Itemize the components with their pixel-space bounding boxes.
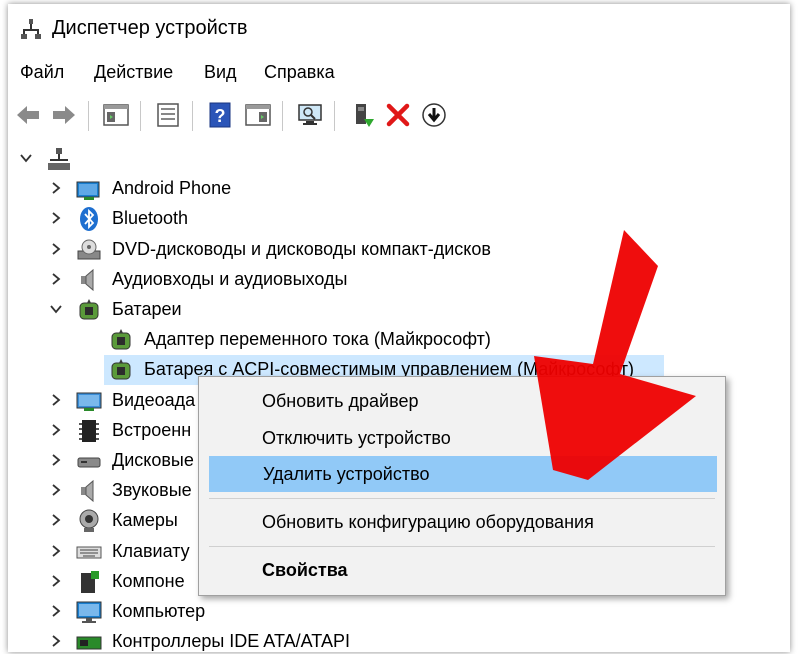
tree-item-label: Дисковые bbox=[112, 450, 194, 470]
menu-separator bbox=[209, 498, 715, 499]
bluetooth-icon bbox=[80, 207, 98, 231]
tree-item-label: Аудиовходы и аудиовыходы bbox=[112, 269, 348, 289]
battery-icon bbox=[111, 329, 131, 350]
scan-hardware-icon[interactable] bbox=[296, 101, 324, 129]
tree-item-label: DVD-дисководы и дисководы компакт-дисков bbox=[112, 239, 491, 259]
menu-item-label: Удалить устройство bbox=[263, 464, 430, 484]
help-icon[interactable]: ? bbox=[206, 101, 234, 129]
battery-icon bbox=[111, 359, 131, 380]
chevron-right-icon[interactable] bbox=[48, 392, 64, 408]
dvd-drive-icon bbox=[77, 239, 101, 260]
chevron-right-icon[interactable] bbox=[48, 210, 64, 226]
firmware-icon bbox=[79, 420, 99, 442]
tree-item-label: Батареи bbox=[112, 299, 182, 319]
speaker-icon bbox=[81, 479, 94, 503]
device-manager-icon bbox=[21, 19, 41, 39]
category-item[interactable]: Android Phone bbox=[8, 174, 790, 204]
tree-item-label: Видеоада bbox=[112, 390, 196, 410]
tree-item-label: Адаптер переменного тока (Майкрософт) bbox=[144, 329, 491, 349]
battery-icon bbox=[79, 299, 99, 320]
chevron-right-icon[interactable] bbox=[48, 543, 64, 559]
category-item[interactable]: Аудиовходы и аудиовыходы bbox=[8, 265, 790, 295]
tree-item-label: Звуковые bbox=[112, 480, 192, 500]
chevron-right-icon[interactable] bbox=[48, 603, 64, 619]
window-title: Диспетчер устройств bbox=[52, 17, 248, 39]
category-item[interactable]: DVD-дисководы и дисководы компакт-дисков bbox=[8, 235, 790, 265]
chevron-right-icon[interactable] bbox=[48, 271, 64, 287]
ide-controller-icon bbox=[76, 636, 102, 650]
device-item[interactable]: Адаптер переменного тока (Майкрософт) bbox=[8, 325, 790, 355]
chevron-right-icon[interactable] bbox=[48, 482, 64, 498]
menu-item-disable-device[interactable]: Отключить устройство bbox=[200, 420, 710, 456]
chevron-right-icon[interactable] bbox=[48, 241, 64, 257]
menu-separator bbox=[209, 546, 715, 547]
software-component-icon bbox=[81, 571, 99, 593]
category-item[interactable]: Батареи bbox=[8, 295, 790, 325]
computer-icon bbox=[48, 148, 70, 170]
menu-item-label: Отключить устройство bbox=[262, 428, 451, 448]
device-manager-window: Диспетчер устройств Файл Действие Вид Сп… bbox=[8, 4, 790, 652]
chevron-right-icon[interactable] bbox=[48, 452, 64, 468]
chevron-right-icon[interactable] bbox=[48, 422, 64, 438]
menu-item-uninstall-device[interactable]: Удалить устройство bbox=[209, 456, 717, 492]
tree-item-label: Камеры bbox=[112, 510, 178, 530]
menu-help[interactable]: Справка bbox=[264, 62, 335, 83]
speaker-icon bbox=[81, 268, 94, 292]
svg-text:?: ? bbox=[215, 106, 226, 126]
show-hidden-icon[interactable] bbox=[244, 101, 272, 129]
menu-item-properties[interactable]: Свойства bbox=[200, 552, 710, 588]
category-item[interactable]: Контроллеры IDE ATA/ATAPI bbox=[8, 627, 790, 652]
menu-view[interactable]: Вид bbox=[204, 62, 237, 83]
tree-item-label: Встроенн bbox=[112, 420, 192, 440]
context-menu: Обновить драйвер Отключить устройство Уд… bbox=[198, 376, 726, 596]
category-item[interactable]: Компьютер bbox=[8, 597, 790, 627]
menu-item-update-driver[interactable]: Обновить драйвер bbox=[200, 383, 710, 419]
update-driver-icon[interactable] bbox=[348, 101, 376, 129]
chevron-right-icon[interactable] bbox=[48, 512, 64, 528]
tree-item-label: Bluetooth bbox=[112, 208, 189, 228]
camera-icon bbox=[79, 509, 99, 532]
tree-item-label: Клавиату bbox=[112, 541, 190, 561]
forward-icon[interactable] bbox=[50, 101, 78, 129]
title-bar: Диспетчер устройств bbox=[8, 4, 790, 54]
tree-item-label: Контроллеры IDE ATA/ATAPI bbox=[112, 631, 350, 651]
category-item[interactable]: Bluetooth bbox=[8, 204, 790, 234]
menu-action[interactable]: Действие bbox=[94, 62, 173, 83]
uninstall-icon[interactable] bbox=[384, 101, 412, 129]
chevron-right-icon[interactable] bbox=[48, 633, 64, 649]
menu-bar: Файл Действие Вид Справка bbox=[8, 62, 790, 92]
keyboard-icon bbox=[76, 546, 102, 559]
disk-drive-icon bbox=[77, 457, 101, 468]
menu-item-scan-hardware[interactable]: Обновить конфигурацию оборудования bbox=[200, 504, 710, 540]
menu-item-label: Обновить конфигурацию оборудования bbox=[262, 512, 594, 532]
chevron-down-icon[interactable] bbox=[48, 301, 64, 317]
chevron-right-icon[interactable] bbox=[48, 180, 64, 196]
tree-item-label: Компьютер bbox=[112, 601, 206, 621]
chevron-right-icon[interactable] bbox=[48, 573, 64, 589]
tree-root[interactable] bbox=[8, 144, 790, 174]
disable-icon[interactable] bbox=[420, 101, 448, 129]
toolbar: ? bbox=[8, 95, 790, 139]
display-adapter-icon bbox=[76, 392, 102, 411]
properties-sheet-icon[interactable] bbox=[154, 101, 182, 129]
menu-item-label: Обновить драйвер bbox=[262, 391, 419, 411]
menu-file[interactable]: Файл bbox=[20, 62, 64, 83]
menu-item-label: Свойства bbox=[262, 560, 348, 580]
tree-item-label: Android Phone bbox=[112, 178, 232, 198]
monitor-icon bbox=[76, 601, 102, 623]
android-phone-icon bbox=[76, 181, 100, 200]
back-icon[interactable] bbox=[14, 101, 42, 129]
chevron-down-icon[interactable] bbox=[18, 150, 34, 166]
tree-item-label: Компоне bbox=[112, 571, 185, 591]
properties-pane-icon[interactable] bbox=[102, 101, 130, 129]
